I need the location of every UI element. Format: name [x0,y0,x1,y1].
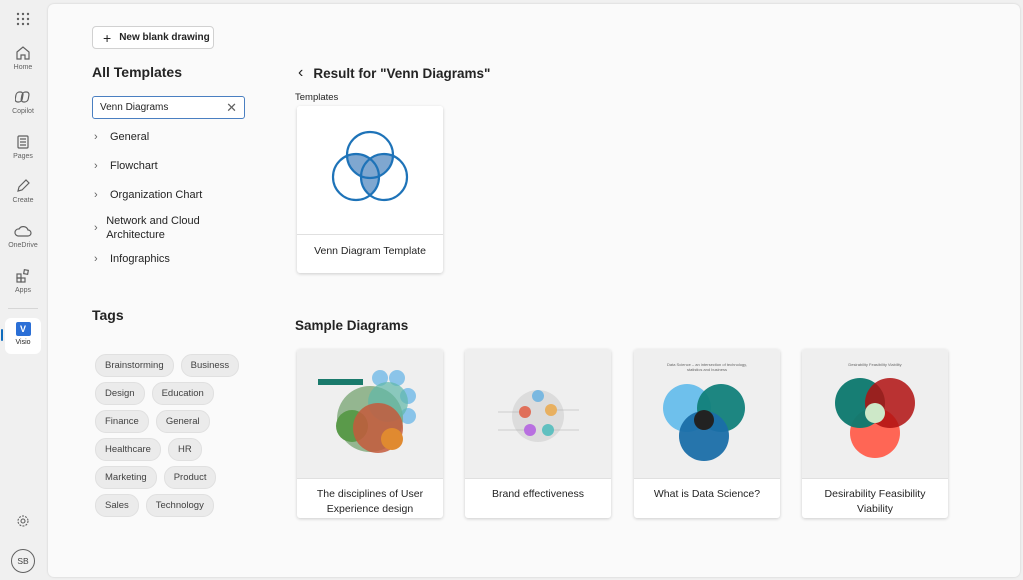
venn-thumbnail [297,106,443,234]
brand-thumbnail [465,349,611,478]
chevron-right-icon: › [94,131,98,143]
rail-divider [8,308,38,309]
left-rail: Home Copilot Pages Create OneDrive Apps … [0,0,46,580]
new-blank-drawing-button[interactable]: + New blank drawing [92,26,214,49]
tag[interactable]: Product [163,466,217,489]
sample-card-label: Desirability Feasibility Viability [824,488,926,515]
result-title: Result for "Venn Diagrams" [313,65,491,81]
tag[interactable]: Design [95,382,145,405]
avatar[interactable]: SB [11,549,35,573]
thumb-title: Data Science – an intersection of techno… [667,361,747,372]
chevron-right-icon: › [94,160,98,172]
data-science-thumbnail: Data Science – an intersection of techno… [634,349,780,478]
rail-apps[interactable]: Apps [0,268,46,294]
tag[interactable]: General [155,410,210,433]
tag[interactable]: HR [167,438,202,461]
ux-thumbnail [297,349,443,478]
pencil-icon [17,179,30,192]
rail-create[interactable]: Create [0,178,46,204]
clear-search-icon[interactable]: ✕ [226,100,237,116]
thumb-title: Desirability Feasibility Viability [848,361,902,367]
chevron-right-icon: › [94,253,98,265]
templates-label: Templates [295,92,339,103]
category-infographics[interactable]: › Infographics [94,253,170,265]
category-organization-chart[interactable]: › Organization Chart [94,189,202,201]
sample-card-ux[interactable]: The disciplines of User Experience desig… [297,349,443,518]
rail-home[interactable]: Home [0,45,46,71]
tag[interactable]: Finance [95,410,149,433]
category-network-cloud[interactable]: › Network and Cloud Architecture [94,214,224,242]
home-icon [16,46,30,60]
cloud-icon [14,226,32,237]
sample-diagrams-heading: Sample Diagrams [295,318,409,333]
rail-copilot[interactable]: Copilot [0,89,46,115]
sample-card-label: The disciplines of User Experience desig… [316,488,424,515]
template-card-label: Venn Diagram Template [314,245,426,257]
all-templates-heading: All Templates [92,64,182,80]
category-flowchart[interactable]: › Flowchart [94,160,158,172]
tag[interactable]: Technology [145,494,214,517]
back-arrow-icon[interactable]: ‹ [298,64,303,82]
active-indicator [1,329,3,341]
sample-card-dfv[interactable]: Desirability Feasibility Viability Desir… [802,349,948,518]
visio-icon: V [15,322,31,336]
main-panel: + New blank drawing All Templates Venn Di… [48,4,1020,577]
sample-card-brand[interactable]: Brand effectiveness [465,349,611,518]
chevron-right-icon: › [94,222,98,234]
tags-heading: Tags [92,307,124,323]
plus-icon: + [103,29,112,46]
dfv-thumbnail: Desirability Feasibility Viability [802,349,948,478]
rail-visio[interactable]: V Visio [5,318,41,354]
tag[interactable]: Education [151,382,214,405]
rail-onedrive[interactable]: OneDrive [0,223,46,249]
sample-card-label: What is Data Science? [653,488,761,500]
tag[interactable]: Business [180,354,240,377]
settings-icon[interactable] [0,514,46,531]
tag[interactable]: Marketing [95,466,157,489]
apps-icon [16,268,30,283]
tag-list: Brainstorming Business Design Education … [95,354,245,517]
copilot-icon [15,91,30,103]
template-search-input[interactable]: Venn Diagrams ✕ [92,96,245,119]
app-launcher-icon[interactable] [0,12,46,29]
tag[interactable]: Sales [95,494,139,517]
tag[interactable]: Healthcare [95,438,161,461]
pages-icon [17,135,29,149]
tag[interactable]: Brainstorming [95,354,174,377]
category-general[interactable]: › General [94,131,149,143]
chevron-right-icon: › [94,189,98,201]
sample-card-label: Brand effectiveness [491,488,585,500]
rail-pages[interactable]: Pages [0,134,46,160]
sample-card-data-science[interactable]: Data Science – an intersection of techno… [634,349,780,518]
template-card-venn[interactable]: Venn Diagram Template [297,106,443,273]
